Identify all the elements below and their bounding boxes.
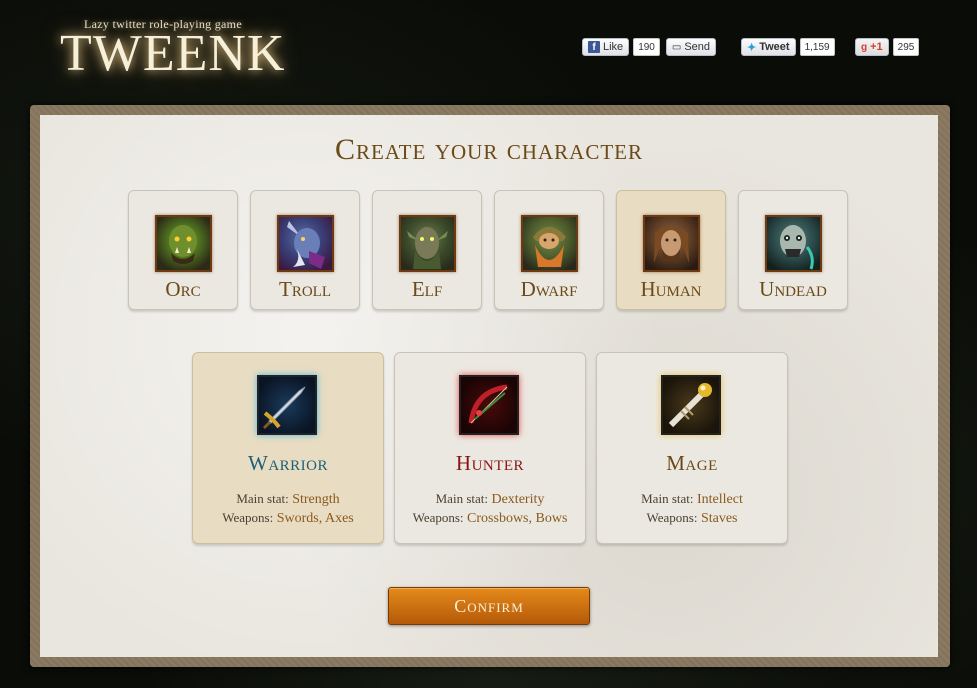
race-card-human[interactable]: Human	[616, 190, 726, 310]
weapons-value: Staves	[700, 511, 738, 526]
class-card-warrior[interactable]: Warrior Main stat: Strength Weapons: Swo…	[192, 352, 384, 544]
logo[interactable]: TWEENK	[60, 26, 285, 82]
send-label: Send	[684, 41, 711, 53]
header: Lazy twitter role-playing game TWEENK f …	[0, 0, 977, 105]
weapons-value: Crossbows, Bows	[467, 511, 568, 526]
weapons-label: Weapons:	[222, 510, 274, 525]
orc-portrait-icon	[155, 215, 212, 272]
facebook-send-button[interactable]: ▭ Send	[665, 38, 717, 56]
race-label: Elf	[411, 277, 443, 301]
race-card-dwarf[interactable]: Dwarf	[494, 190, 604, 310]
weapons-line: Weapons: Swords, Axes	[193, 510, 383, 527]
dwarf-portrait-icon	[521, 215, 578, 272]
confirm-button[interactable]: Confirm	[388, 587, 590, 625]
main-stat-line: Main stat: Strength	[193, 491, 383, 508]
twitter-bird-icon: ✦	[747, 41, 757, 54]
google-plus-one-button[interactable]: g +1	[855, 38, 889, 56]
staff-icon	[661, 375, 721, 435]
race-card-undead[interactable]: Undead	[738, 190, 848, 310]
weapons-line: Weapons: Staves	[597, 510, 787, 527]
weapons-label: Weapons:	[412, 510, 464, 525]
facebook-like-button[interactable]: f Like	[582, 38, 630, 56]
main-stat-value: Intellect	[696, 492, 743, 507]
main-stat-label: Main stat:	[236, 491, 289, 506]
race-label: Human	[640, 277, 702, 301]
race-label: Orc	[165, 277, 201, 301]
google-plus-widget: g +1 295	[855, 37, 920, 57]
facebook-icon: f	[588, 41, 600, 53]
main-stat-label: Main stat:	[435, 491, 488, 506]
weapons-value: Swords, Axes	[276, 511, 354, 526]
plus-one-count: 295	[892, 38, 920, 56]
race-card-orc[interactable]: Orc	[128, 190, 238, 310]
plus-one-label: +1	[870, 41, 883, 53]
sword-icon	[257, 375, 317, 435]
send-icon: ▭	[671, 41, 682, 53]
troll-portrait-icon	[277, 215, 334, 272]
class-card-hunter[interactable]: Hunter Main stat: Dexterity Weapons: Cro…	[394, 352, 586, 544]
main-stat-line: Main stat: Intellect	[597, 491, 787, 508]
main-frame: Create your character Orc Troll Elf Dwar	[30, 105, 950, 667]
tweet-button[interactable]: ✦ Tweet	[741, 38, 796, 56]
page-title: Create your character	[334, 133, 644, 166]
main-stat-value: Strength	[292, 492, 340, 507]
elf-portrait-icon	[399, 215, 456, 272]
facebook-widget: f Like 190 ▭ Send	[582, 37, 717, 57]
class-name: Hunter	[455, 451, 525, 475]
bow-icon	[459, 375, 519, 435]
race-label: Dwarf	[520, 277, 578, 301]
main-stat-line: Main stat: Dexterity	[395, 491, 585, 508]
class-name: Warrior	[248, 451, 328, 475]
tweet-label: Tweet	[759, 41, 790, 53]
race-label: Troll	[279, 277, 331, 301]
race-card-troll[interactable]: Troll	[250, 190, 360, 310]
main-stat-label: Main stat:	[641, 491, 694, 506]
class-card-mage[interactable]: Mage Main stat: Intellect Weapons: Stave…	[596, 352, 788, 544]
class-name: Mage	[666, 451, 718, 475]
main-stat-value: Dexterity	[491, 492, 545, 507]
character-panel: Create your character Orc Troll Elf Dwar	[40, 115, 938, 657]
weapons-line: Weapons: Crossbows, Bows	[395, 510, 585, 527]
like-count: 190	[633, 38, 660, 56]
race-card-elf[interactable]: Elf	[372, 190, 482, 310]
weapons-label: Weapons:	[646, 510, 698, 525]
like-label: Like	[603, 41, 624, 53]
tweet-count: 1,159	[799, 38, 835, 56]
google-icon: g	[861, 41, 868, 53]
human-portrait-icon	[643, 215, 700, 272]
race-label: Undead	[759, 277, 827, 301]
twitter-widget: ✦ Tweet 1,159	[741, 37, 835, 57]
undead-portrait-icon	[765, 215, 822, 272]
